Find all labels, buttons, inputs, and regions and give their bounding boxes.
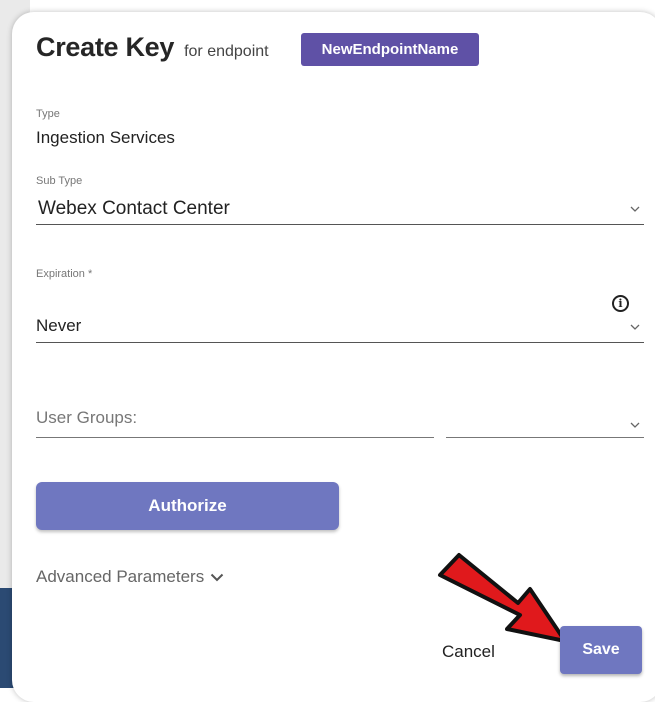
dialog-title: Create Key — [36, 32, 175, 62]
sub-type-select[interactable]: Webex Contact Center — [36, 194, 644, 226]
authorize-button[interactable]: Authorize — [36, 482, 339, 530]
info-icon[interactable]: i — [612, 295, 629, 312]
create-key-dialog: Create Key for endpoint NewEndpointName … — [12, 12, 655, 702]
sub-type-underline — [36, 224, 644, 225]
expiration-underline — [36, 342, 644, 343]
user-groups-placeholder: User Groups: — [36, 408, 138, 427]
type-label: Type — [36, 108, 60, 120]
red-arrow-icon — [438, 553, 567, 643]
user-groups-underline — [36, 437, 434, 438]
sub-type-label: Sub Type — [36, 175, 83, 187]
advanced-parameters-label: Advanced Parameters — [36, 567, 205, 586]
user-groups-input[interactable]: User Groups: — [36, 404, 434, 438]
save-button[interactable]: Save — [560, 626, 642, 674]
expiration-value: Never — [36, 316, 82, 335]
chevron-down-icon — [630, 206, 640, 212]
chevron-down-icon — [630, 422, 640, 428]
sub-type-value: Webex Contact Center — [38, 198, 230, 219]
cancel-button[interactable]: Cancel — [442, 642, 495, 662]
type-value: Ingestion Services — [36, 128, 175, 147]
chevron-down-icon — [210, 573, 224, 581]
chevron-down-icon — [630, 324, 640, 330]
user-groups-select-underline — [446, 437, 644, 438]
dialog-header: Create Key for endpoint — [36, 32, 269, 63]
dialog-subtitle: for endpoint — [184, 43, 269, 60]
expiration-select[interactable]: Never — [36, 312, 644, 342]
advanced-parameters-toggle[interactable]: Advanced Parameters — [36, 567, 224, 587]
user-groups-select[interactable] — [446, 404, 644, 438]
expiration-label: Expiration * — [36, 268, 93, 280]
endpoint-name-badge: NewEndpointName — [301, 33, 479, 66]
